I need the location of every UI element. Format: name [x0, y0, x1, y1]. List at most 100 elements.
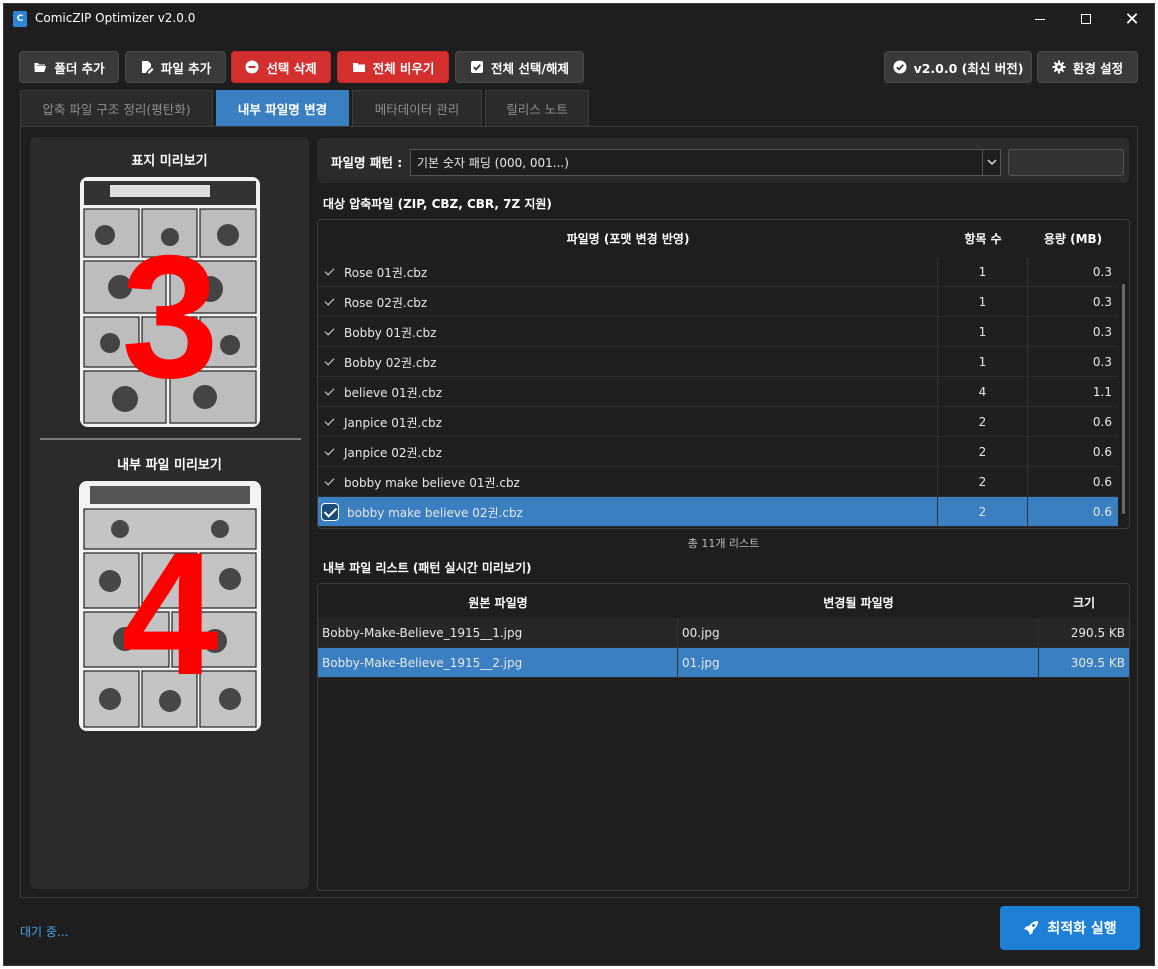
file-edit-icon [141, 61, 154, 74]
inner-file-table: 원본 파일명 변경될 파일명 크기 Bobby-Make-Believe_191… [317, 583, 1130, 891]
rocket-icon [1024, 921, 1039, 935]
settings-button[interactable]: 환경 설정 [1037, 51, 1138, 83]
archive-count: 2 [938, 497, 1028, 527]
tab-release-notes-label: 릴리스 노트 [506, 102, 568, 117]
archive-count: 2 [938, 437, 1028, 467]
gear-icon [1052, 60, 1066, 74]
add-file-button[interactable]: 파일 추가 [125, 51, 226, 83]
table-row[interactable]: Bobby 02권.cbz 1 0.3 [318, 347, 1118, 377]
archive-count: 4 [938, 377, 1028, 407]
pattern-custom-input[interactable] [1008, 149, 1124, 176]
inner-preview-image: 4 [79, 481, 261, 731]
archive-name: Bobby 02권.cbz [344, 355, 437, 370]
archive-scrollbar[interactable] [1122, 284, 1125, 514]
column-header-original[interactable]: 원본 파일명 [318, 584, 678, 620]
add-folder-button[interactable]: 폴더 추가 [19, 51, 119, 83]
select-all-label: 전체 선택/해제 [491, 60, 569, 76]
table-row-selected[interactable]: bobby make believe 02권.cbz 2 0.6 [318, 497, 1118, 527]
archive-name: bobby make believe 01권.cbz [344, 475, 520, 490]
minimize-button[interactable] [1017, 4, 1063, 34]
column-header-count[interactable]: 항목 수 [938, 220, 1028, 256]
close-button[interactable]: ✕ [1109, 4, 1155, 34]
archive-table: 파일명 (포맷 변경 반영) 항목 수 용량 (MB) Rose 01권.cbz… [317, 219, 1130, 529]
clear-all-button[interactable]: 전체 비우기 [337, 51, 449, 83]
minimize-icon [1035, 18, 1045, 20]
tab-metadata-label: 메타데이터 관리 [374, 102, 460, 117]
archive-count: 1 [938, 257, 1028, 287]
delete-selected-label: 선택 삭제 [266, 60, 317, 76]
comic-page-thumbnail: 4 [80, 481, 260, 731]
archive-count: 1 [938, 347, 1028, 377]
table-row[interactable]: bobby make believe 01권.cbz 2 0.6 [318, 467, 1118, 497]
folder-open-icon [34, 63, 47, 72]
clear-all-label: 전체 비우기 [372, 60, 435, 76]
column-header-filename[interactable]: 파일명 (포맷 변경 반영) [318, 220, 938, 256]
cover-overlay-number: 3 [121, 220, 218, 415]
archive-rows: Rose 01권.cbz 1 0.3 Rose 02권.cbz 1 0.3 Bobby … [318, 257, 1118, 527]
checkbox-checked-icon[interactable] [321, 503, 339, 521]
maximize-button[interactable] [1063, 4, 1109, 34]
table-row[interactable]: Janpice 01권.cbz 2 0.6 [318, 407, 1118, 437]
tab-rename[interactable]: 내부 파일명 변경 [216, 90, 349, 126]
column-header-size[interactable]: 용량 (MB) [1028, 220, 1118, 256]
check-icon[interactable] [324, 266, 336, 278]
inner-overlay-number: 4 [121, 517, 218, 712]
check-icon[interactable] [324, 296, 336, 308]
file-size: 290.5 KB [1070, 626, 1125, 640]
archive-name: Bobby 01권.cbz [344, 325, 437, 340]
preview-divider [40, 438, 301, 440]
table-row[interactable]: Bobby-Make-Believe_1915__1.jpg 00.jpg 290.… [318, 618, 1129, 648]
archive-size: 0.3 [1092, 265, 1112, 279]
pattern-select[interactable]: 기본 숫자 패딩 (000, 001...) [410, 149, 1001, 176]
table-row[interactable]: Bobby 01권.cbz 1 0.3 [318, 317, 1118, 347]
column-header-filesize[interactable]: 크기 [1039, 584, 1129, 620]
tab-release-notes[interactable]: 릴리스 노트 [485, 90, 589, 126]
archive-name: bobby make believe 02권.cbz [347, 505, 523, 520]
table-row[interactable]: believe 01권.cbz 4 1.1 [318, 377, 1118, 407]
version-button[interactable]: v2.0.0 (최신 버전) [884, 51, 1032, 83]
archive-size: 0.3 [1092, 295, 1112, 309]
archive-size: 0.3 [1092, 325, 1112, 339]
archive-count: 1 [938, 287, 1028, 317]
maximize-icon [1081, 14, 1091, 24]
folder-icon [352, 63, 365, 72]
tab-flatten[interactable]: 압축 파일 구조 정리(평탄화) [20, 90, 213, 126]
run-optimize-label: 최적화 실행 [1047, 921, 1117, 937]
select-all-button[interactable]: 전체 선택/해제 [455, 51, 584, 83]
pattern-selected-value: 기본 숫자 패딩 (000, 001...) [417, 156, 569, 170]
original-filename: Bobby-Make-Believe_1915__2.jpg [318, 648, 678, 678]
archive-total-count: 총 11개 리스트 [687, 537, 760, 550]
archive-size: 0.3 [1092, 355, 1112, 369]
check-icon[interactable] [324, 386, 336, 398]
version-label: v2.0.0 (최신 버전) [913, 60, 1024, 76]
table-row-selected[interactable]: Bobby-Make-Believe_1915__2.jpg 01.jpg 309.… [318, 648, 1129, 678]
comic-page-thumbnail: 3 [80, 177, 260, 427]
check-icon[interactable] [324, 416, 336, 428]
check-icon[interactable] [324, 356, 336, 368]
inner-file-rows: Bobby-Make-Believe_1915__1.jpg 00.jpg 290.… [318, 618, 1129, 678]
column-header-renamed[interactable]: 변경될 파일명 [678, 584, 1039, 620]
cover-preview-title: 표지 미리보기 [131, 154, 208, 169]
check-icon[interactable] [324, 476, 336, 488]
tab-metadata[interactable]: 메타데이터 관리 [352, 90, 482, 126]
pattern-label: 파일명 패턴 : [331, 155, 403, 170]
inner-preview-title: 내부 파일 미리보기 [117, 458, 222, 473]
checkbox-icon [471, 61, 484, 73]
add-file-label: 파일 추가 [160, 60, 212, 76]
check-icon[interactable] [324, 446, 336, 458]
run-optimize-button[interactable]: 최적화 실행 [1000, 906, 1140, 950]
inner-file-table-header: 원본 파일명 변경될 파일명 크기 [318, 584, 1129, 620]
renamed-filename: 01.jpg [678, 648, 1039, 678]
archive-name: believe 01권.cbz [344, 385, 442, 400]
archive-size: 0.6 [1092, 475, 1112, 489]
tab-flatten-label: 압축 파일 구조 정리(평탄화) [42, 102, 191, 117]
inner-files-section-label: 내부 파일 리스트 (패턴 실시간 미리보기) [323, 561, 532, 575]
table-row[interactable]: Rose 01권.cbz 1 0.3 [318, 257, 1118, 287]
chevron-down-icon [982, 150, 1000, 175]
delete-selected-button[interactable]: 선택 삭제 [231, 51, 331, 83]
check-icon[interactable] [324, 326, 336, 338]
preview-panel: 표지 미리보기 3 내부 파일 미리보기 4 [30, 137, 309, 889]
table-row[interactable]: Janpice 02권.cbz 2 0.6 [318, 437, 1118, 467]
archive-size: 1.1 [1092, 385, 1112, 399]
table-row[interactable]: Rose 02권.cbz 1 0.3 [318, 287, 1118, 317]
